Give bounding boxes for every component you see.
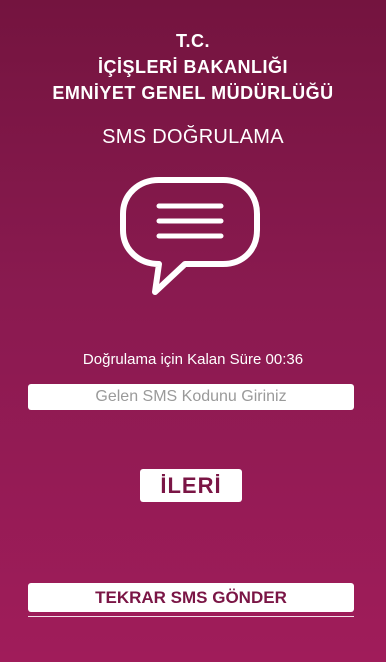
- countdown-timer: Doğrulama için Kalan Süre 00:36: [82, 351, 304, 368]
- chat-bubble-icon: [120, 177, 260, 295]
- resend-sms-button[interactable]: TEKRAR SMS GÖNDER: [28, 583, 354, 612]
- sms-code-input[interactable]: [28, 384, 354, 410]
- header-line-directorate: EMNİYET GENEL MÜDÜRLÜĞÜ: [52, 83, 334, 103]
- page-title: SMS DOĞRULAMA: [102, 126, 284, 148]
- ministry-header: T.C. İÇİŞLERİ BAKANLIĞI EMNİYET GENEL MÜ…: [0, 28, 386, 106]
- next-button[interactable]: İLERİ: [140, 469, 242, 502]
- divider: [28, 616, 354, 617]
- header-line-ministry: İÇİŞLERİ BAKANLIĞI: [97, 57, 288, 77]
- header-line-tc: T.C.: [175, 31, 210, 51]
